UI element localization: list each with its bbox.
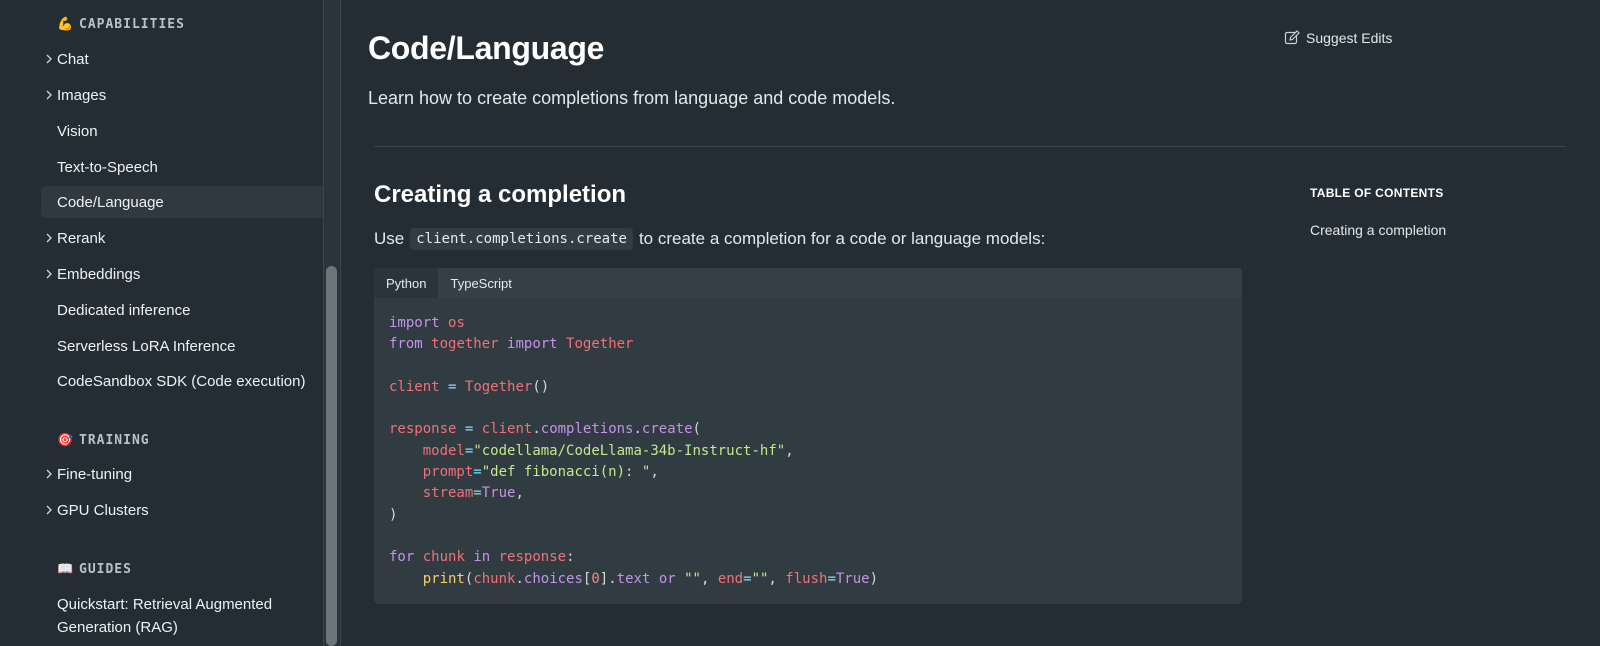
- sidebar-item-gpu-clusters[interactable]: GPU Clusters: [41, 494, 334, 526]
- sidebar-item-serverless-lora[interactable]: Serverless LoRA Inference: [41, 330, 334, 362]
- chevron-right-icon: [41, 54, 57, 64]
- header-divider: [374, 146, 1566, 147]
- sidebar-item-vision[interactable]: Vision: [41, 115, 334, 147]
- section-header-training: 🎯 TRAINING: [57, 433, 150, 448]
- sidebar-item-fine-tuning[interactable]: Fine-tuning: [41, 458, 334, 490]
- page-title: Code/Language: [368, 30, 605, 66]
- sidebar-item-label: Chat: [57, 50, 89, 68]
- sidebar-item-label: Vision: [57, 122, 98, 140]
- sidebar-item-label: Rerank: [57, 229, 106, 247]
- section-header-capabilities: 💪 CAPABILITIES: [57, 17, 185, 32]
- sidebar-item-chat[interactable]: Chat: [41, 43, 334, 75]
- sidebar-nav: 💪 CAPABILITIES Chat Images Vision Text-t…: [0, 0, 334, 646]
- sidebar-item-label: Code/Language: [57, 193, 164, 211]
- section-paragraph: Use client.completions.create to create …: [374, 228, 1045, 250]
- chevron-right-icon: [41, 90, 57, 100]
- sidebar-item-label: Fine-tuning: [57, 465, 133, 483]
- paragraph-text: to create a completion for a code or lan…: [638, 229, 1046, 248]
- page-description: Learn how to create completions from lan…: [368, 88, 896, 108]
- content-divider: [340, 0, 341, 646]
- chevron-right-icon: [41, 469, 57, 479]
- flexed-biceps-icon: 💪: [57, 17, 75, 32]
- paragraph-text: Use: [374, 229, 405, 248]
- chevron-right-icon: [41, 233, 57, 243]
- suggest-edits-label: Suggest Edits: [1306, 30, 1393, 46]
- section-header-guides: 📖 GUIDES: [57, 562, 132, 577]
- tab-python[interactable]: Python: [374, 268, 439, 298]
- tab-typescript[interactable]: TypeScript: [438, 268, 523, 298]
- sidebar-item-quickstart-rag[interactable]: Quickstart: Retrieval Augmented Generati…: [57, 593, 272, 639]
- sidebar-item-label: Quickstart: Retrieval Augmented: [57, 596, 273, 613]
- code-tabs: Python TypeScript: [374, 268, 1242, 298]
- section-heading: Creating a completion: [374, 181, 627, 208]
- open-book-icon: 📖: [57, 562, 75, 577]
- sidebar-item-label: Embeddings: [57, 265, 141, 283]
- section-title: TRAINING: [79, 433, 150, 448]
- sidebar-item-codesandbox-sdk[interactable]: CodeSandbox SDK (Code execution): [41, 365, 334, 397]
- sidebar-item-label: Dedicated inference: [57, 301, 191, 319]
- code-block: Python TypeScript import os from togethe…: [374, 268, 1242, 604]
- sidebar-item-label: Text-to-Speech: [57, 158, 158, 176]
- sidebar-item-code-language[interactable]: Code/Language: [41, 186, 334, 218]
- section-title: GUIDES: [79, 562, 132, 577]
- section-title: CAPABILITIES: [79, 17, 185, 32]
- toc-item[interactable]: Creating a completion: [1310, 222, 1446, 238]
- sidebar-item-embeddings[interactable]: Embeddings: [41, 258, 334, 290]
- sidebar-item-images[interactable]: Images: [41, 79, 334, 111]
- edit-icon: [1284, 30, 1300, 45]
- sidebar-item-label: Generation (RAG): [57, 619, 178, 636]
- sidebar-item-rerank[interactable]: Rerank: [41, 222, 334, 254]
- chevron-right-icon: [41, 505, 57, 515]
- sidebar-item-label: CodeSandbox SDK (Code execution): [57, 372, 306, 390]
- sidebar-item-label: Images: [57, 86, 107, 104]
- toc-title: TABLE OF CONTENTS: [1310, 186, 1444, 200]
- sidebar-item-dedicated-inference[interactable]: Dedicated inference: [41, 294, 334, 326]
- code-content: import os from together import Together …: [389, 315, 879, 587]
- suggest-edits-link[interactable]: Suggest Edits: [1284, 30, 1392, 46]
- target-icon: 🎯: [57, 433, 75, 448]
- sidebar-item-label: GPU Clusters: [57, 501, 149, 519]
- sidebar-item-label: Serverless LoRA Inference: [57, 337, 236, 355]
- sidebar-scrollbar-thumb[interactable]: [326, 266, 337, 646]
- chevron-right-icon: [41, 269, 57, 279]
- sidebar-item-text-to-speech[interactable]: Text-to-Speech: [41, 151, 334, 183]
- inline-code: client.completions.create: [410, 228, 633, 250]
